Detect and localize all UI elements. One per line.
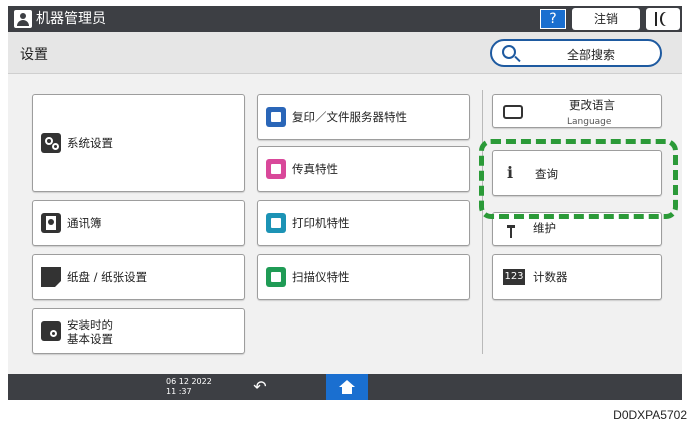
change-language-label: 更改语言	[569, 98, 615, 112]
install-basic-settings-label-1: 安装时的	[67, 318, 113, 332]
copier-doc-server-label: 复印／文件服务器特性	[292, 110, 407, 124]
search-icon	[502, 45, 516, 59]
gear-icon	[41, 133, 61, 153]
time-text: 11 :37	[166, 387, 192, 396]
printer-features-button[interactable]: 打印机特性	[257, 200, 470, 246]
home-icon	[339, 380, 355, 394]
top-bar: 机器管理员 ? 注销	[8, 6, 682, 32]
counter-button[interactable]: 123 计数器	[492, 254, 662, 300]
printer-icon	[266, 213, 286, 233]
fax-features-label: 传真特性	[292, 162, 338, 176]
back-button[interactable]: ↶	[242, 377, 278, 397]
tray-paper-settings-label: 纸盘 / 纸张设置	[67, 270, 148, 284]
install-settings-icon	[41, 321, 61, 341]
user-name: 机器管理员	[36, 11, 106, 27]
date-time: 06 12 2022 11 :37	[166, 377, 212, 397]
power-button[interactable]	[646, 8, 680, 30]
page-header: 设置 全部搜索	[8, 32, 682, 74]
maintenance-label: 维护	[533, 221, 556, 235]
column-divider	[482, 90, 483, 354]
tray-paper-settings-button[interactable]: 纸盘 / 纸张设置	[32, 254, 245, 300]
system-settings-label: 系统设置	[67, 136, 113, 150]
change-language-button[interactable]: 更改语言 Language	[492, 94, 662, 128]
scanner-features-button[interactable]: 扫描仪特性	[257, 254, 470, 300]
search-all-label: 全部搜索	[566, 48, 615, 62]
language-sublabel: Language	[567, 117, 612, 127]
scanner-icon	[266, 267, 286, 287]
back-arrow-icon: ↶	[253, 377, 267, 396]
search-all-button[interactable]: 全部搜索	[490, 39, 662, 67]
language-icon	[503, 105, 523, 119]
paper-tray-icon	[41, 267, 61, 287]
copier-icon	[266, 107, 286, 127]
home-button[interactable]	[326, 374, 368, 400]
power-icon	[655, 12, 657, 26]
help-button[interactable]: ?	[540, 9, 566, 29]
scanner-features-label: 扫描仪特性	[292, 270, 350, 284]
device-screen: 机器管理员 ? 注销 设置 全部搜索 系统设置 通讯簿 纸盘 / 纸张设置 安装…	[8, 6, 682, 400]
system-settings-button[interactable]: 系统设置	[32, 94, 245, 192]
address-book-button[interactable]: 通讯簿	[32, 200, 245, 246]
install-basic-settings-button[interactable]: 安装时的 基本设置	[32, 308, 245, 354]
address-book-label: 通讯簿	[67, 216, 102, 230]
address-book-icon	[41, 213, 61, 233]
energy-saver-icon	[662, 12, 672, 26]
fax-features-button[interactable]: 传真特性	[257, 146, 470, 192]
printer-features-label: 打印机特性	[292, 216, 350, 230]
logout-button[interactable]: 注销	[572, 8, 640, 30]
bottom-bar: 06 12 2022 11 :37 ↶	[8, 374, 682, 400]
counter-label: 计数器	[533, 270, 568, 284]
page-title: 设置	[20, 47, 48, 63]
date-text: 06 12 2022	[166, 377, 212, 386]
install-basic-settings-label-2: 基本设置	[67, 332, 113, 346]
user-icon	[14, 10, 32, 28]
counter-icon: 123	[503, 269, 525, 285]
copier-doc-server-button[interactable]: 复印／文件服务器特性	[257, 94, 470, 140]
document-code: D0DXPA5702	[613, 408, 687, 422]
settings-panel: 系统设置 通讯簿 纸盘 / 纸张设置 安装时的 基本设置 复印／文件服务器特性	[8, 74, 682, 374]
fax-icon	[266, 159, 286, 179]
maintenance-icon	[507, 225, 515, 239]
highlight-dashed-frame	[479, 139, 678, 219]
